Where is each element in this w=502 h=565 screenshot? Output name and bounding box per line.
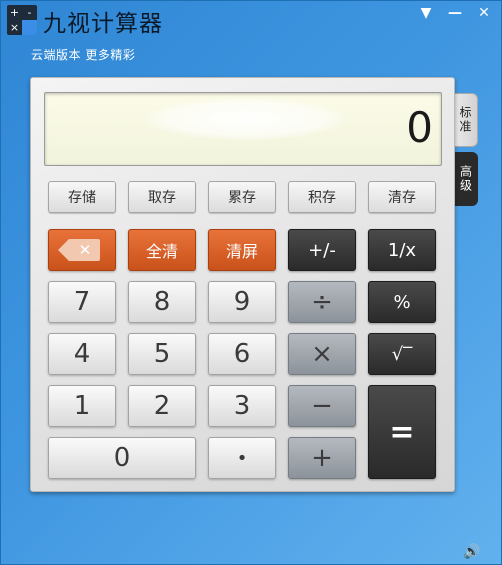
minus-glyph: -	[27, 6, 32, 19]
memory-multiply-button[interactable]: 积存	[288, 181, 356, 213]
digit-8-button[interactable]: 8	[128, 281, 196, 323]
backspace-button[interactable]: ✕	[48, 229, 116, 271]
divide-button[interactable]: ÷	[288, 281, 356, 323]
memory-store-button[interactable]: 存储	[48, 181, 116, 213]
close-button[interactable]: ✕	[471, 3, 497, 23]
digit-3-button[interactable]: 3	[208, 385, 276, 427]
display-screen: 0	[44, 92, 442, 166]
digit-1-button[interactable]: 1	[48, 385, 116, 427]
backspace-icon: ✕	[58, 239, 102, 261]
memory-recall-button[interactable]: 取存	[128, 181, 196, 213]
cloud-version-link[interactable]: 云端版本 更多精彩	[31, 46, 135, 63]
minus-button[interactable]: −	[288, 385, 356, 427]
decimal-point-button[interactable]: •	[208, 437, 276, 479]
minimize-button[interactable]: —	[442, 3, 468, 23]
plus-button[interactable]: +	[288, 437, 356, 479]
display-redaction	[145, 98, 345, 140]
digit-5-button[interactable]: 5	[128, 333, 196, 375]
times-glyph: ×	[9, 21, 20, 34]
calculator-app-icon: + - ×	[7, 5, 37, 35]
square-root-button[interactable]: √‾	[368, 333, 436, 375]
calculator-panel: 0 存储 取存 累存 积存 清存 ✕ 全清 清屏 +/- 1/x 7 8 9 ÷…	[30, 77, 455, 492]
memory-clear-button[interactable]: 清存	[368, 181, 436, 213]
tab-advanced[interactable]: 高级	[454, 152, 478, 206]
multiply-button[interactable]: ×	[288, 333, 356, 375]
memory-add-button[interactable]: 累存	[208, 181, 276, 213]
clear-screen-button[interactable]: 清屏	[208, 229, 276, 271]
all-clear-button[interactable]: 全清	[128, 229, 196, 271]
tab-standard[interactable]: 标准	[454, 93, 478, 147]
digit-0-button[interactable]: 0	[48, 437, 196, 479]
digit-7-button[interactable]: 7	[48, 281, 116, 323]
plus-minus-button[interactable]: +/-	[288, 229, 356, 271]
reciprocal-button[interactable]: 1/x	[368, 229, 436, 271]
display-value: 0	[406, 103, 433, 152]
menu-dropdown-icon[interactable]: ▼	[413, 3, 439, 23]
speaker-icon[interactable]: 🔊	[463, 544, 483, 560]
app-title: 九视计算器	[43, 11, 163, 37]
digit-9-button[interactable]: 9	[208, 281, 276, 323]
digit-2-button[interactable]: 2	[128, 385, 196, 427]
equals-button[interactable]: =	[368, 385, 436, 479]
percent-button[interactable]: %	[368, 281, 436, 323]
digit-6-button[interactable]: 6	[208, 333, 276, 375]
plus-glyph: +	[9, 6, 20, 19]
digit-4-button[interactable]: 4	[48, 333, 116, 375]
blue-cell	[22, 20, 37, 35]
title-bar: + - × 九视计算器 ▼ — ✕	[1, 1, 501, 41]
